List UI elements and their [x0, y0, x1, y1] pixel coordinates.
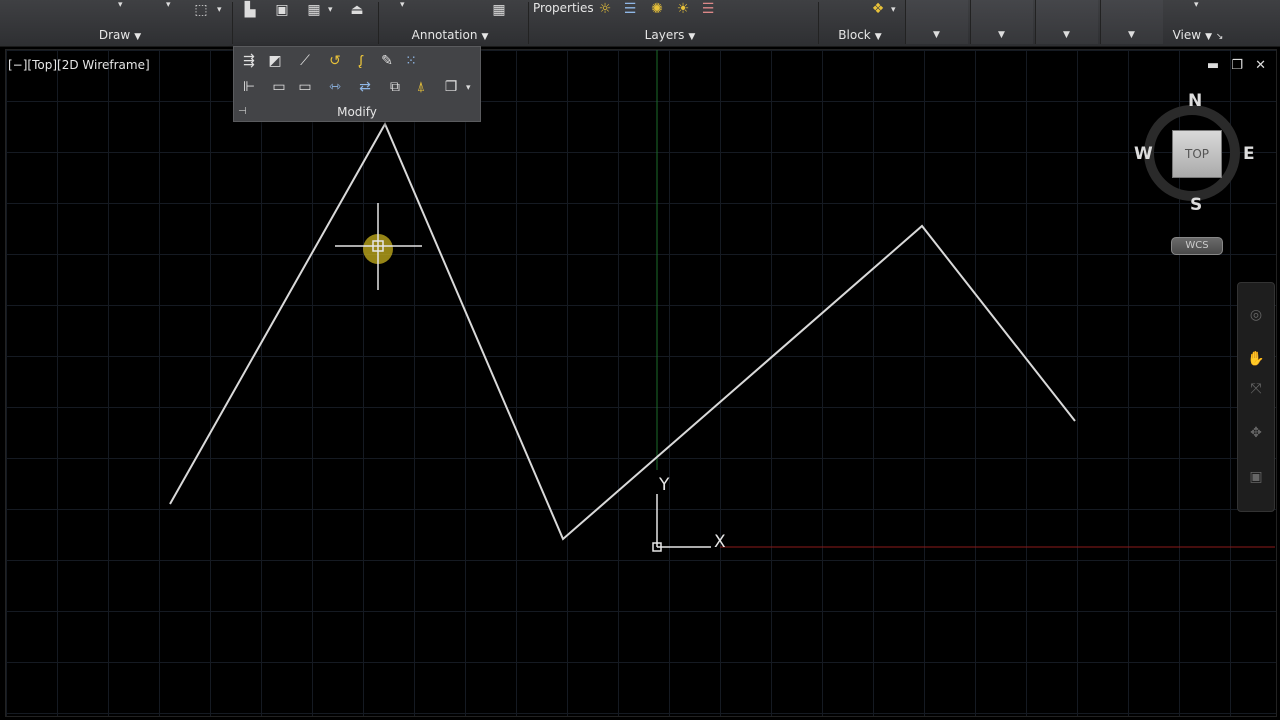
mirror-tool-icon[interactable]: ▭ — [268, 77, 290, 97]
align-tool-icon[interactable]: ⊩ — [238, 77, 260, 97]
compass-north[interactable]: N — [1188, 91, 1202, 111]
scale-tool-icon[interactable]: ᶘ — [350, 51, 372, 71]
compass-south[interactable]: S — [1190, 195, 1202, 215]
compass-east[interactable]: E — [1243, 144, 1255, 164]
draworder-caret[interactable]: ▾ — [466, 83, 471, 93]
modify-panel-label[interactable]: Modify — [234, 105, 480, 119]
move-tool-icon[interactable]: ⇶ — [238, 51, 260, 71]
polyline-zigzag[interactable] — [169, 121, 1076, 541]
viewcube-top-face[interactable]: TOP — [1172, 130, 1222, 178]
viewcube[interactable]: TOP N S E W — [1134, 91, 1255, 215]
ucs-icon[interactable]: Y X — [652, 475, 726, 552]
ucs-x-label: X — [714, 532, 726, 552]
offset-tool-icon[interactable]: ▭ — [294, 77, 316, 97]
orbit-icon[interactable]: ✥ — [1246, 423, 1266, 443]
crosshair-cursor — [335, 203, 422, 290]
reverse-tool-icon[interactable]: ⇄ — [354, 77, 376, 97]
rotate-tool-icon[interactable]: ↺ — [324, 51, 346, 71]
zoom-extents-icon[interactable]: ⤧ — [1246, 379, 1266, 399]
pan-hand-icon[interactable]: ✋ — [1246, 349, 1266, 369]
lengthen-tool-icon[interactable]: ⍋ — [410, 77, 432, 97]
join-tool-icon[interactable]: ⧉ — [384, 77, 406, 97]
compass-west[interactable]: W — [1134, 144, 1153, 164]
steering-wheel-icon[interactable]: ◎ — [1246, 305, 1266, 325]
edit-tool-icon[interactable]: ✎ — [376, 51, 398, 71]
navigation-bar: ◎ ✋ ⤧ ✥ ▣ — [1237, 282, 1275, 512]
copy-tool-icon[interactable]: ◩ — [264, 51, 286, 71]
showmotion-icon[interactable]: ▣ — [1246, 467, 1266, 487]
drawing-canvas: Y X — [169, 50, 1275, 552]
explode-tool-icon[interactable]: ⁙ — [400, 51, 422, 71]
ucs-y-label: Y — [658, 475, 670, 495]
modify-panel: ⇶ ◩ ⟋ ↺ ᶘ ✎ ⁙ ⊩ ▭ ▭ ⇿ ⇄ ⧉ ⍋ ❐ ▾ ⊣ Modify — [233, 46, 481, 122]
break-tool-icon[interactable]: ⇿ — [324, 77, 346, 97]
draworder-tool-icon[interactable]: ❐ — [440, 77, 462, 97]
wcs-menu[interactable]: WCS — [1171, 237, 1223, 255]
stretch-tool-icon[interactable]: ⟋ — [294, 51, 316, 71]
